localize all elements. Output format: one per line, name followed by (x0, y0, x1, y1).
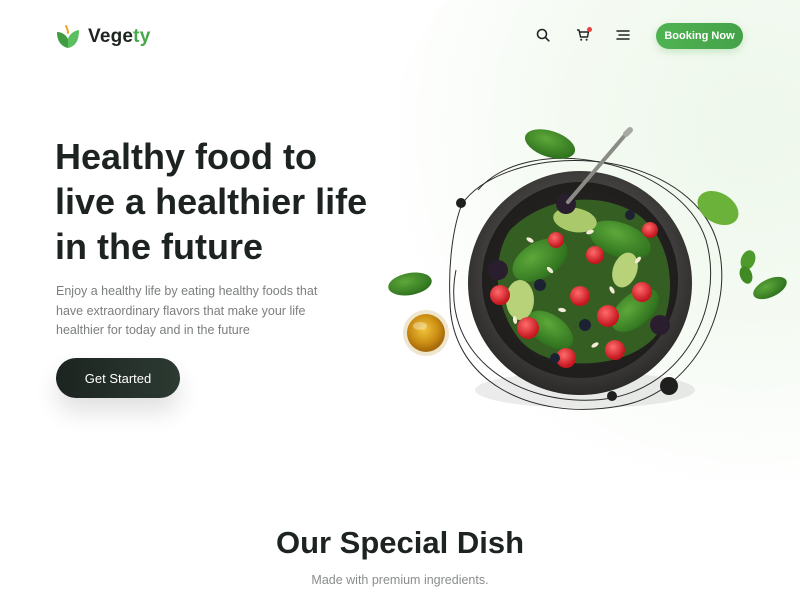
hero-subtitle-line: Enjoy a healthy life by eating healthy f… (56, 284, 318, 298)
header-icons (534, 26, 632, 44)
landing-page: Vegety Booking Now Healthy food to live … (0, 0, 800, 600)
brand-name: Vegety (88, 26, 151, 47)
section-title: Our Special Dish (275, 525, 525, 560)
hero-subtitle-line: have extraordinary flavors that make you… (56, 303, 306, 318)
section-subtitle: Made with premium ingredients. (311, 573, 489, 587)
get-started-button[interactable]: Get Started (56, 358, 180, 398)
booking-now-button[interactable]: Booking Now (656, 23, 743, 49)
hero-title-line: in the future (55, 226, 263, 267)
search-icon[interactable] (534, 26, 552, 44)
hero-title-line: Healthy food to (55, 136, 317, 177)
hero-title-line: live a healthier life (55, 181, 368, 222)
cart-icon[interactable] (574, 26, 592, 44)
hero-title: Healthy food to live a healthier life in… (55, 134, 395, 269)
brand-logo[interactable]: Vegety (56, 24, 150, 50)
cart-badge (587, 27, 592, 32)
hero-subtitle: Enjoy a healthy life by eating healthy f… (56, 282, 346, 341)
hero-subtitle-line: healthier for today and in the future (56, 323, 250, 337)
salad-bowl-illustration (388, 127, 787, 410)
leaf-logo-icon (57, 25, 79, 48)
menu-icon[interactable] (614, 26, 632, 44)
